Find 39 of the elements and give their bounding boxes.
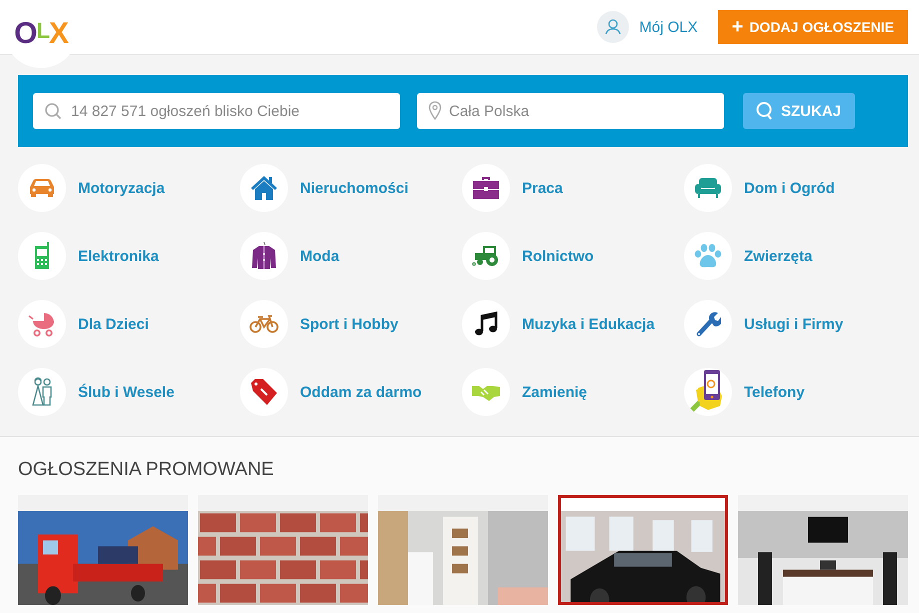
- price-tag-icon: [249, 377, 279, 407]
- search-button[interactable]: SZUKAJ: [743, 93, 856, 129]
- paw-icon: [694, 243, 722, 269]
- category-link[interactable]: Elektronika: [18, 231, 240, 281]
- add-listing-button[interactable]: + DODAJ OGŁOSZENIE: [718, 10, 908, 44]
- listing-card[interactable]: [558, 495, 728, 605]
- category-link[interactable]: Sport i Hobby: [240, 299, 462, 349]
- user-icon[interactable]: [597, 11, 630, 43]
- music-note-icon: [474, 311, 498, 337]
- category-link[interactable]: Dom i Ogród: [684, 163, 906, 213]
- category-link[interactable]: Muzyka i Edukacja: [462, 299, 684, 349]
- bicycle-icon: [249, 314, 279, 334]
- stroller-icon: [28, 311, 56, 337]
- mobile-phone-icon: [33, 242, 51, 270]
- category-link[interactable]: Usługi i Firmy: [684, 299, 906, 349]
- section-title: OGŁOSZENIA PROMOWANE: [18, 459, 275, 481]
- category-link[interactable]: Zamienię: [462, 367, 684, 417]
- category-link[interactable]: Oddam za darmo: [240, 367, 462, 417]
- coat-icon: [251, 242, 277, 270]
- account-link[interactable]: Mój OLX: [639, 18, 698, 36]
- briefcase-icon: [472, 176, 500, 200]
- category-link[interactable]: Dla Dzieci: [18, 299, 240, 349]
- sofa-icon: [694, 177, 722, 199]
- category-link[interactable]: Moda: [240, 231, 462, 281]
- wedding-couple-icon: [30, 377, 54, 407]
- category-link[interactable]: Nieruchomości: [240, 163, 462, 213]
- category-link[interactable]: Praca: [462, 163, 684, 213]
- tractor-icon: [472, 245, 500, 267]
- category-link[interactable]: Telefony: [684, 367, 906, 417]
- category-link[interactable]: Rolnictwo: [462, 231, 684, 281]
- search-icon: [755, 101, 775, 121]
- category-link[interactable]: Zwierzęta: [684, 231, 906, 281]
- category-link[interactable]: Motoryzacja: [18, 163, 240, 213]
- location-field[interactable]: Cała Polska: [417, 93, 724, 129]
- search-field[interactable]: 14 827 571 ogłoszeń blisko Ciebie: [33, 93, 400, 129]
- wrench-icon: [695, 311, 721, 337]
- car-icon: [28, 178, 56, 198]
- category-link[interactable]: Ślub i Wesele: [18, 367, 240, 417]
- house-icon: [250, 175, 278, 201]
